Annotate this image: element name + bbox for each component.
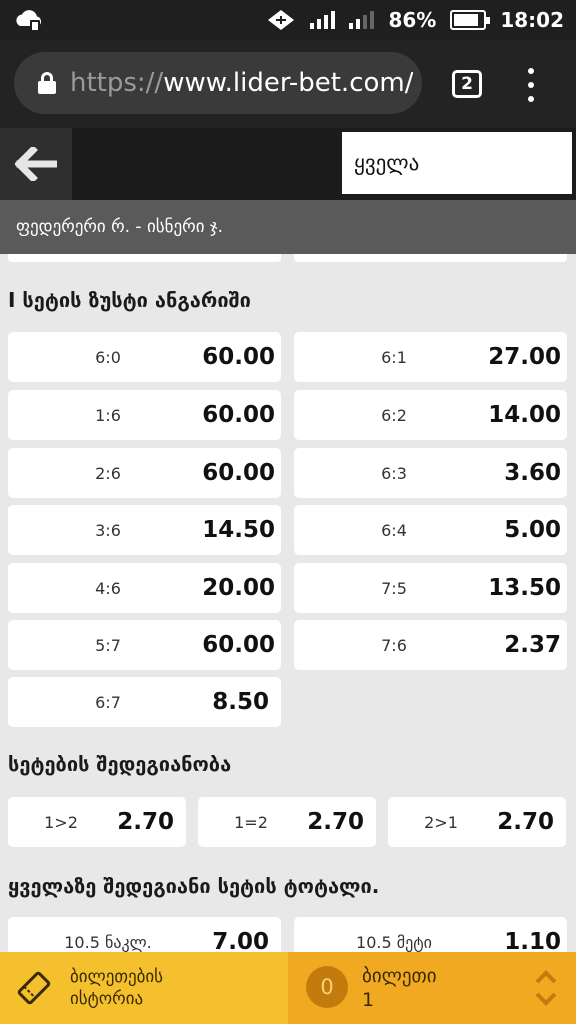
odd-value: 60.00 xyxy=(202,632,275,658)
odd-label: 3:6 xyxy=(95,520,121,540)
ticket-sub-count: 1 xyxy=(362,989,375,1011)
ticket-button[interactable]: 0 ბილეთი 1 xyxy=(288,952,576,1024)
odd-cell[interactable]: 2>1 2.70 xyxy=(388,797,566,847)
odd-value: 60.00 xyxy=(202,344,275,370)
odd-label: 2>1 xyxy=(424,812,458,832)
odd-cell[interactable]: 6:2 14.00 xyxy=(294,390,567,440)
market-filter-select[interactable]: ყველა xyxy=(342,132,572,194)
odd-cell[interactable]: 4:6 20.00 xyxy=(8,563,281,613)
odd-label: 2:6 xyxy=(95,463,121,483)
data-saver-icon xyxy=(268,10,295,30)
odd-cell[interactable]: 6:1 27.00 xyxy=(294,332,567,382)
odd-value: 60.00 xyxy=(202,402,275,428)
tab-switcher-button[interactable]: 2 xyxy=(452,70,482,98)
section-title: I სეტის ზუსტი ანგარიში xyxy=(8,288,251,312)
odd-label: 6:0 xyxy=(95,347,121,367)
odd-cell[interactable]: 6:4 5.00 xyxy=(294,505,567,555)
odd-label: 1=2 xyxy=(234,812,268,832)
battery-percent: 86% xyxy=(388,8,437,32)
odd-label: 1:6 xyxy=(95,405,121,425)
history-label-line2: ისტორია xyxy=(70,989,144,1009)
odd-cell[interactable]: 3:6 14.50 xyxy=(8,505,281,555)
odd-label: 6:7 xyxy=(95,692,121,712)
back-button[interactable] xyxy=(0,128,72,200)
odd-label: 10.5 მეტი xyxy=(356,932,432,952)
odd-value: 3.60 xyxy=(504,460,561,486)
url-text[interactable]: https://www.lider-bet.com/ xyxy=(70,68,413,98)
address-bar[interactable]: https://www.lider-bet.com/ xyxy=(14,52,422,114)
ticket-count-badge: 0 xyxy=(306,966,348,1008)
battery-icon xyxy=(450,10,491,30)
odd-label: 4:6 xyxy=(95,578,121,598)
odd-value: 5.00 xyxy=(504,517,561,543)
markets-list: I სეტის ზუსტი ანგარიში 6:0 60.00 6:1 27.00… xyxy=(0,254,576,952)
odd-cell[interactable]: 6:7 8.50 xyxy=(8,677,281,727)
odd-cell[interactable]: 7:6 2.37 xyxy=(294,620,567,670)
odd-cell[interactable]: 1>2 2.70 xyxy=(8,797,186,847)
odd-value: 2.37 xyxy=(504,632,561,658)
odd-cell[interactable]: 6:0 60.00 xyxy=(8,332,281,382)
cloud-notification-icon xyxy=(16,10,42,32)
odd-cell[interactable]: 6:3 3.60 xyxy=(294,448,567,498)
odd-label: 6:3 xyxy=(381,463,407,483)
odd-label: 10.5 ნაკლ. xyxy=(64,932,152,952)
section-title: სეტების შედეგიანობა xyxy=(8,752,232,776)
odd-cell[interactable]: 5:7 60.00 xyxy=(8,620,281,670)
odd-value: 60.00 xyxy=(202,460,275,486)
odd-value: 13.50 xyxy=(488,575,561,601)
odd-label: 6:1 xyxy=(381,347,407,367)
odd-cell[interactable]: 7:5 13.50 xyxy=(294,563,567,613)
ticket-label: ბილეთი xyxy=(362,965,437,987)
history-label-line1: ბილეთების xyxy=(70,967,164,987)
odd-cell[interactable]: 10.5 ნაკლ. 7.00 xyxy=(8,917,281,952)
odd-cell[interactable]: 2:6 60.00 xyxy=(8,448,281,498)
section-title: ყველაზე შედეგიანი სეტის ტოტალი. xyxy=(8,874,380,898)
overflow-menu-icon[interactable] xyxy=(526,68,536,102)
signal-strength-icon xyxy=(310,11,336,29)
odd-label: 6:4 xyxy=(381,520,407,540)
clock: 18:02 xyxy=(500,8,564,32)
odd-value: 2.70 xyxy=(117,809,174,835)
bottom-bar: ბილეთების ისტორია 0 ბილეთი 1 xyxy=(0,952,576,1024)
odd-cell[interactable]: 1=2 2.70 xyxy=(198,797,376,847)
previous-cell-stub xyxy=(8,254,281,262)
odd-label: 5:7 xyxy=(95,635,121,655)
match-title: ფედერერი რ. - ისნერი ჯ. xyxy=(0,200,576,254)
app-header: ყველა xyxy=(0,128,576,200)
back-arrow-icon xyxy=(15,147,57,181)
odd-value: 20.00 xyxy=(202,575,275,601)
odd-value: 8.50 xyxy=(212,689,269,715)
ticket-history-button[interactable]: ბილეთების ისტორია xyxy=(0,952,288,1024)
odd-cell[interactable]: 1:6 60.00 xyxy=(8,390,281,440)
odd-value: 27.00 xyxy=(488,344,561,370)
expand-chevrons-icon[interactable] xyxy=(532,966,560,1010)
odd-label: 1>2 xyxy=(44,812,78,832)
odd-value: 14.50 xyxy=(202,517,275,543)
odd-label: 7:5 xyxy=(381,578,407,598)
browser-toolbar: https://www.lider-bet.com/ 2 xyxy=(0,40,576,128)
odd-value: 7.00 xyxy=(212,929,269,952)
odd-value: 1.10 xyxy=(504,929,561,952)
odd-value: 2.70 xyxy=(307,809,364,835)
odd-label: 6:2 xyxy=(381,405,407,425)
odd-value: 2.70 xyxy=(497,809,554,835)
odd-value: 14.00 xyxy=(488,402,561,428)
odd-cell[interactable]: 10.5 მეტი 1.10 xyxy=(294,917,567,952)
odd-label: 7:6 xyxy=(381,635,407,655)
ticket-icon xyxy=(17,971,51,1005)
status-bar: 86% 18:02 xyxy=(0,0,576,40)
signal-strength-2-icon xyxy=(349,11,375,29)
lock-icon xyxy=(38,72,56,94)
previous-cell-stub xyxy=(294,254,567,262)
